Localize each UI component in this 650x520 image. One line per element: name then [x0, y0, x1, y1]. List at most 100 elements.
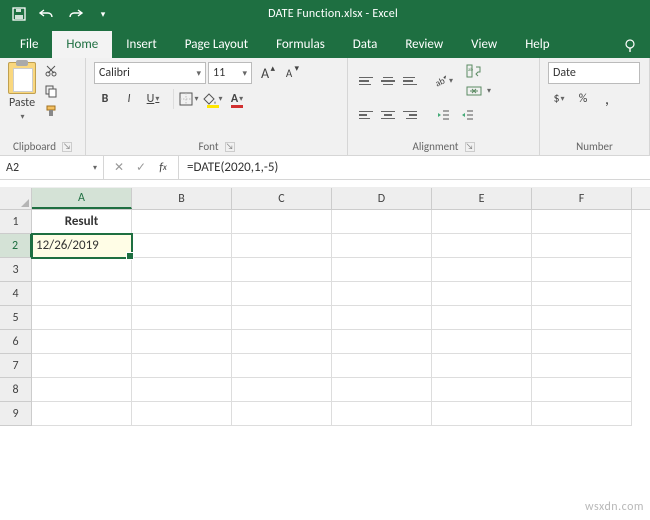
align-top-icon[interactable] — [356, 71, 376, 91]
fx-icon[interactable]: fx — [154, 159, 172, 177]
undo-icon[interactable] — [36, 3, 58, 25]
cell[interactable] — [432, 402, 532, 426]
tab-insert[interactable]: Insert — [112, 31, 171, 58]
cell[interactable] — [332, 354, 432, 378]
select-all-corner[interactable] — [0, 188, 32, 209]
clipboard-launcher-icon[interactable]: ↘ — [62, 142, 72, 152]
italic-button[interactable]: I — [118, 88, 140, 110]
number-format-combo[interactable]: Date — [548, 62, 640, 84]
font-name-combo[interactable]: Calibri ▾ — [94, 62, 206, 84]
cell[interactable] — [232, 402, 332, 426]
col-header-c[interactable]: C — [232, 188, 332, 209]
tab-data[interactable]: Data — [339, 31, 392, 58]
cell[interactable] — [232, 330, 332, 354]
name-box[interactable]: A2 ▾ — [0, 156, 104, 179]
wrap-text-button[interactable]: ab — [464, 62, 493, 80]
col-header-b[interactable]: B — [132, 188, 232, 209]
cell-c1[interactable] — [232, 210, 332, 234]
font-size-combo[interactable]: 11 ▾ — [208, 62, 252, 84]
qat-customize-icon[interactable]: ▾ — [92, 3, 114, 25]
col-header-f[interactable]: F — [532, 188, 632, 209]
tell-me-icon[interactable] — [618, 34, 642, 58]
decrease-indent-icon[interactable] — [432, 104, 454, 126]
tab-pagelayout[interactable]: Page Layout — [171, 31, 262, 58]
cell-e1[interactable] — [432, 210, 532, 234]
col-header-e[interactable]: E — [432, 188, 532, 209]
col-header-d[interactable]: D — [332, 188, 432, 209]
cell[interactable] — [432, 258, 532, 282]
cell[interactable] — [232, 258, 332, 282]
alignment-launcher-icon[interactable]: ↘ — [465, 142, 475, 152]
cell[interactable] — [332, 282, 432, 306]
cell-e2[interactable] — [432, 234, 532, 258]
tab-formulas[interactable]: Formulas — [262, 31, 339, 58]
row-header-8[interactable]: 8 — [0, 378, 32, 402]
cell[interactable] — [232, 378, 332, 402]
align-bottom-icon[interactable] — [400, 71, 420, 91]
cell[interactable] — [132, 306, 232, 330]
percent-format-icon[interactable]: % — [572, 88, 594, 110]
cell[interactable] — [232, 354, 332, 378]
cell[interactable] — [232, 306, 332, 330]
cell-a1[interactable]: Result — [32, 210, 132, 234]
cell[interactable] — [32, 354, 132, 378]
cell-b1[interactable] — [132, 210, 232, 234]
cell[interactable] — [132, 378, 232, 402]
row-header-5[interactable]: 5 — [0, 306, 32, 330]
cell[interactable] — [32, 330, 132, 354]
formula-input[interactable] — [179, 156, 650, 179]
row-header-6[interactable]: 6 — [0, 330, 32, 354]
merge-center-button[interactable]: ▾ — [464, 82, 493, 100]
cell[interactable] — [132, 330, 232, 354]
cut-icon[interactable] — [40, 62, 62, 80]
cell[interactable] — [332, 330, 432, 354]
cancel-icon[interactable]: ✕ — [110, 159, 128, 177]
cell[interactable] — [32, 282, 132, 306]
cell[interactable] — [532, 306, 632, 330]
decrease-font-icon[interactable]: A▾ — [278, 62, 300, 84]
cell[interactable] — [432, 354, 532, 378]
cell[interactable] — [132, 282, 232, 306]
cell[interactable] — [132, 354, 232, 378]
row-header-9[interactable]: 9 — [0, 402, 32, 426]
cell[interactable] — [332, 402, 432, 426]
cell-f2[interactable] — [532, 234, 632, 258]
cell[interactable] — [232, 282, 332, 306]
col-header-a[interactable]: A — [32, 188, 132, 209]
redo-icon[interactable] — [64, 3, 86, 25]
cell-d1[interactable] — [332, 210, 432, 234]
align-middle-icon[interactable] — [378, 71, 398, 91]
cell-d2[interactable] — [332, 234, 432, 258]
tab-view[interactable]: View — [457, 31, 511, 58]
cell[interactable] — [432, 378, 532, 402]
font-launcher-icon[interactable]: ↘ — [225, 142, 235, 152]
tab-review[interactable]: Review — [391, 31, 457, 58]
bold-button[interactable]: B — [94, 88, 116, 110]
cell[interactable] — [132, 402, 232, 426]
cell[interactable] — [432, 306, 532, 330]
cell[interactable] — [532, 354, 632, 378]
cell[interactable] — [532, 402, 632, 426]
row-header-1[interactable]: 1 — [0, 210, 32, 234]
accounting-format-icon[interactable]: $▾ — [548, 88, 570, 110]
align-left-icon[interactable] — [356, 105, 376, 125]
cell[interactable] — [132, 258, 232, 282]
enter-icon[interactable]: ✓ — [132, 159, 150, 177]
cell[interactable] — [532, 378, 632, 402]
cell[interactable] — [332, 378, 432, 402]
orientation-icon[interactable]: ab▾ — [432, 70, 454, 92]
copy-icon[interactable] — [40, 82, 62, 100]
row-header-3[interactable]: 3 — [0, 258, 32, 282]
underline-button[interactable]: U▾ — [142, 88, 164, 110]
row-header-4[interactable]: 4 — [0, 282, 32, 306]
cell-a2[interactable]: 12/26/2019 — [32, 234, 132, 258]
format-painter-icon[interactable] — [40, 102, 62, 120]
cell[interactable] — [532, 330, 632, 354]
cell[interactable] — [432, 330, 532, 354]
increase-font-icon[interactable]: A▴ — [254, 62, 276, 84]
increase-indent-icon[interactable] — [456, 104, 478, 126]
font-color-icon[interactable]: A▾ — [226, 88, 248, 110]
row-header-7[interactable]: 7 — [0, 354, 32, 378]
cell-f1[interactable] — [532, 210, 632, 234]
tab-home[interactable]: Home — [52, 31, 112, 58]
